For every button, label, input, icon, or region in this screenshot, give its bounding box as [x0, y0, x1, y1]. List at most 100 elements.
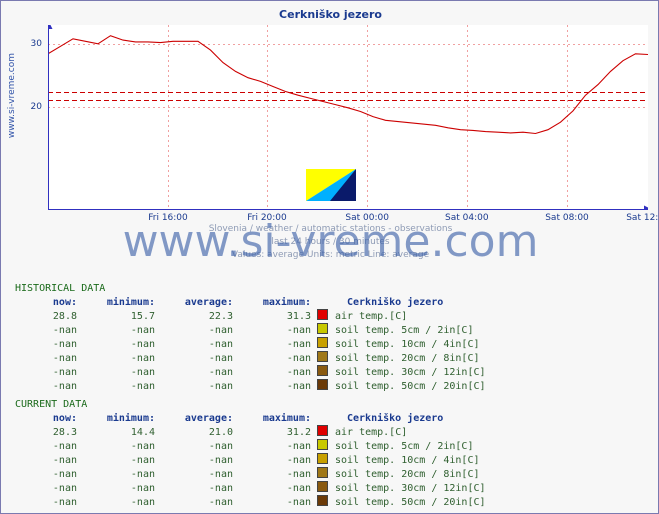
cell-now: -nan	[52, 366, 77, 378]
cell-min: -nan	[130, 380, 155, 392]
color-chip	[316, 323, 328, 334]
series-color-swatch	[311, 309, 333, 323]
cell-now: -nan	[52, 468, 77, 480]
cell-series-label: soil temp. 30cm / 12in[C]	[335, 366, 486, 378]
cell-min: -nan	[130, 338, 155, 350]
series-color-swatch	[311, 453, 333, 467]
col-minimum: minimum:	[106, 297, 155, 308]
col-now: now:	[52, 297, 77, 308]
x-tick: Sat 12:00	[626, 213, 659, 223]
y-tick-30: 30	[30, 38, 42, 49]
cell-avg: -nan	[208, 366, 233, 378]
col-average: average:	[184, 297, 233, 308]
cell-avg: -nan	[208, 324, 233, 336]
cell-min: -nan	[130, 366, 155, 378]
color-chip	[316, 337, 328, 348]
cell-series-label: soil temp. 20cm / 8in[C]	[335, 468, 480, 480]
cell-max: -nan	[286, 440, 311, 452]
series-color-swatch	[311, 365, 333, 379]
cell-series-label: soil temp. 10cm / 4in[C]	[335, 454, 480, 466]
cell-series-label: soil temp. 5cm / 2in[C]	[335, 440, 474, 452]
subtitle-line-3: Values: average Units: metric Line: aver…	[231, 250, 430, 260]
current-data-title: CURRENT DATA	[15, 399, 88, 410]
table-row: 28.8 15.7 22.3 31.3 air temp.[C]	[15, 309, 486, 323]
cell-max: -nan	[286, 366, 311, 378]
subtitle-line-2: last 24 hours / 30 minutes	[271, 237, 390, 247]
cell-min: -nan	[130, 440, 155, 452]
cell-max: -nan	[286, 496, 311, 508]
cell-now: -nan	[52, 324, 77, 336]
historical-data-table: now: minimum: average: maximum: Cerknišk…	[15, 296, 486, 393]
cell-max: -nan	[286, 454, 311, 466]
table-header-row: now: minimum: average: maximum: Cerknišk…	[15, 296, 486, 309]
cell-series-label: soil temp. 50cm / 20in[C]	[335, 380, 486, 392]
cell-now: -nan	[52, 454, 77, 466]
series-color-swatch	[311, 481, 333, 495]
cell-series-label: soil temp. 50cm / 20in[C]	[335, 496, 486, 508]
cell-min: 15.7	[130, 310, 155, 322]
cell-now: 28.8	[52, 310, 77, 322]
color-chip	[316, 379, 328, 390]
color-chip	[316, 365, 328, 376]
cell-min: -nan	[130, 352, 155, 364]
cell-now: -nan	[52, 380, 77, 392]
cell-series-label: air temp.[C]	[335, 310, 408, 322]
color-chip	[316, 467, 328, 478]
table-header-row: now: minimum: average: maximum: Cerknišk…	[15, 412, 486, 425]
color-chip	[316, 309, 328, 320]
series-color-swatch	[311, 379, 333, 393]
series-color-swatch	[311, 467, 333, 481]
series-color-swatch	[311, 337, 333, 351]
cell-avg: -nan	[208, 482, 233, 494]
cell-avg: 21.0	[208, 426, 233, 438]
cell-avg: -nan	[208, 454, 233, 466]
series-color-swatch	[311, 439, 333, 453]
cell-max: -nan	[286, 352, 311, 364]
table-row: -nan -nan -nan -nan soil temp. 5cm / 2in[C]	[15, 323, 486, 337]
col-minimum: minimum:	[106, 413, 155, 424]
data-tables: HISTORICAL DATA now: minimum: average: m…	[15, 283, 655, 509]
cell-now: -nan	[52, 440, 77, 452]
current-data-table: now: minimum: average: maximum: Cerknišk…	[15, 412, 486, 509]
cell-series-label: soil temp. 5cm / 2in[C]	[335, 324, 474, 336]
cell-min: 14.4	[130, 426, 155, 438]
cell-avg: 22.3	[208, 310, 233, 322]
chart-subtitles: Slovenia / weather / automatic stations …	[1, 223, 659, 262]
y-tick-20: 20	[30, 101, 42, 112]
series-color-swatch	[311, 323, 333, 337]
col-maximum: maximum:	[262, 413, 311, 424]
subtitle-line-1: Slovenia / weather / automatic stations …	[208, 224, 453, 234]
color-chip	[316, 439, 328, 450]
cell-series-label: soil temp. 10cm / 4in[C]	[335, 338, 480, 350]
cell-avg: -nan	[208, 496, 233, 508]
cell-max: 31.2	[286, 426, 311, 438]
color-chip	[316, 351, 328, 362]
cell-min: -nan	[130, 482, 155, 494]
color-chip	[316, 425, 328, 436]
cell-series-label: soil temp. 30cm / 12in[C]	[335, 482, 486, 494]
cell-series-label: soil temp. 20cm / 8in[C]	[335, 352, 480, 364]
cell-avg: -nan	[208, 352, 233, 364]
table-row: -nan -nan -nan -nan soil temp. 30cm / 12in[C…	[15, 365, 486, 379]
col-swatch	[311, 296, 333, 309]
table-row: -nan -nan -nan -nan soil temp. 10cm / 4in[C]	[15, 337, 486, 351]
table-row: -nan -nan -nan -nan soil temp. 50cm / 20in[C…	[15, 495, 486, 509]
table-row: -nan -nan -nan -nan soil temp. 30cm / 12in[C…	[15, 481, 486, 495]
x-tick: Fri 16:00	[148, 213, 188, 223]
col-maximum: maximum:	[262, 297, 311, 308]
cell-max: -nan	[286, 324, 311, 336]
x-tick: Sat 08:00	[545, 213, 589, 223]
cell-min: -nan	[130, 324, 155, 336]
cell-max: -nan	[286, 482, 311, 494]
cell-min: -nan	[130, 454, 155, 466]
cell-now: -nan	[52, 352, 77, 364]
table-row: -nan -nan -nan -nan soil temp. 20cm / 8in[C]	[15, 351, 486, 365]
color-chip	[316, 481, 328, 492]
table-row: 28.3 14.4 21.0 31.2 air temp.[C]	[15, 425, 486, 439]
col-station: Cerkniško jezero	[347, 413, 444, 424]
cell-max: -nan	[286, 338, 311, 350]
historical-data-title: HISTORICAL DATA	[15, 283, 106, 294]
color-chip	[316, 453, 328, 464]
cell-now: 28.3	[52, 426, 77, 438]
cell-now: -nan	[52, 496, 77, 508]
